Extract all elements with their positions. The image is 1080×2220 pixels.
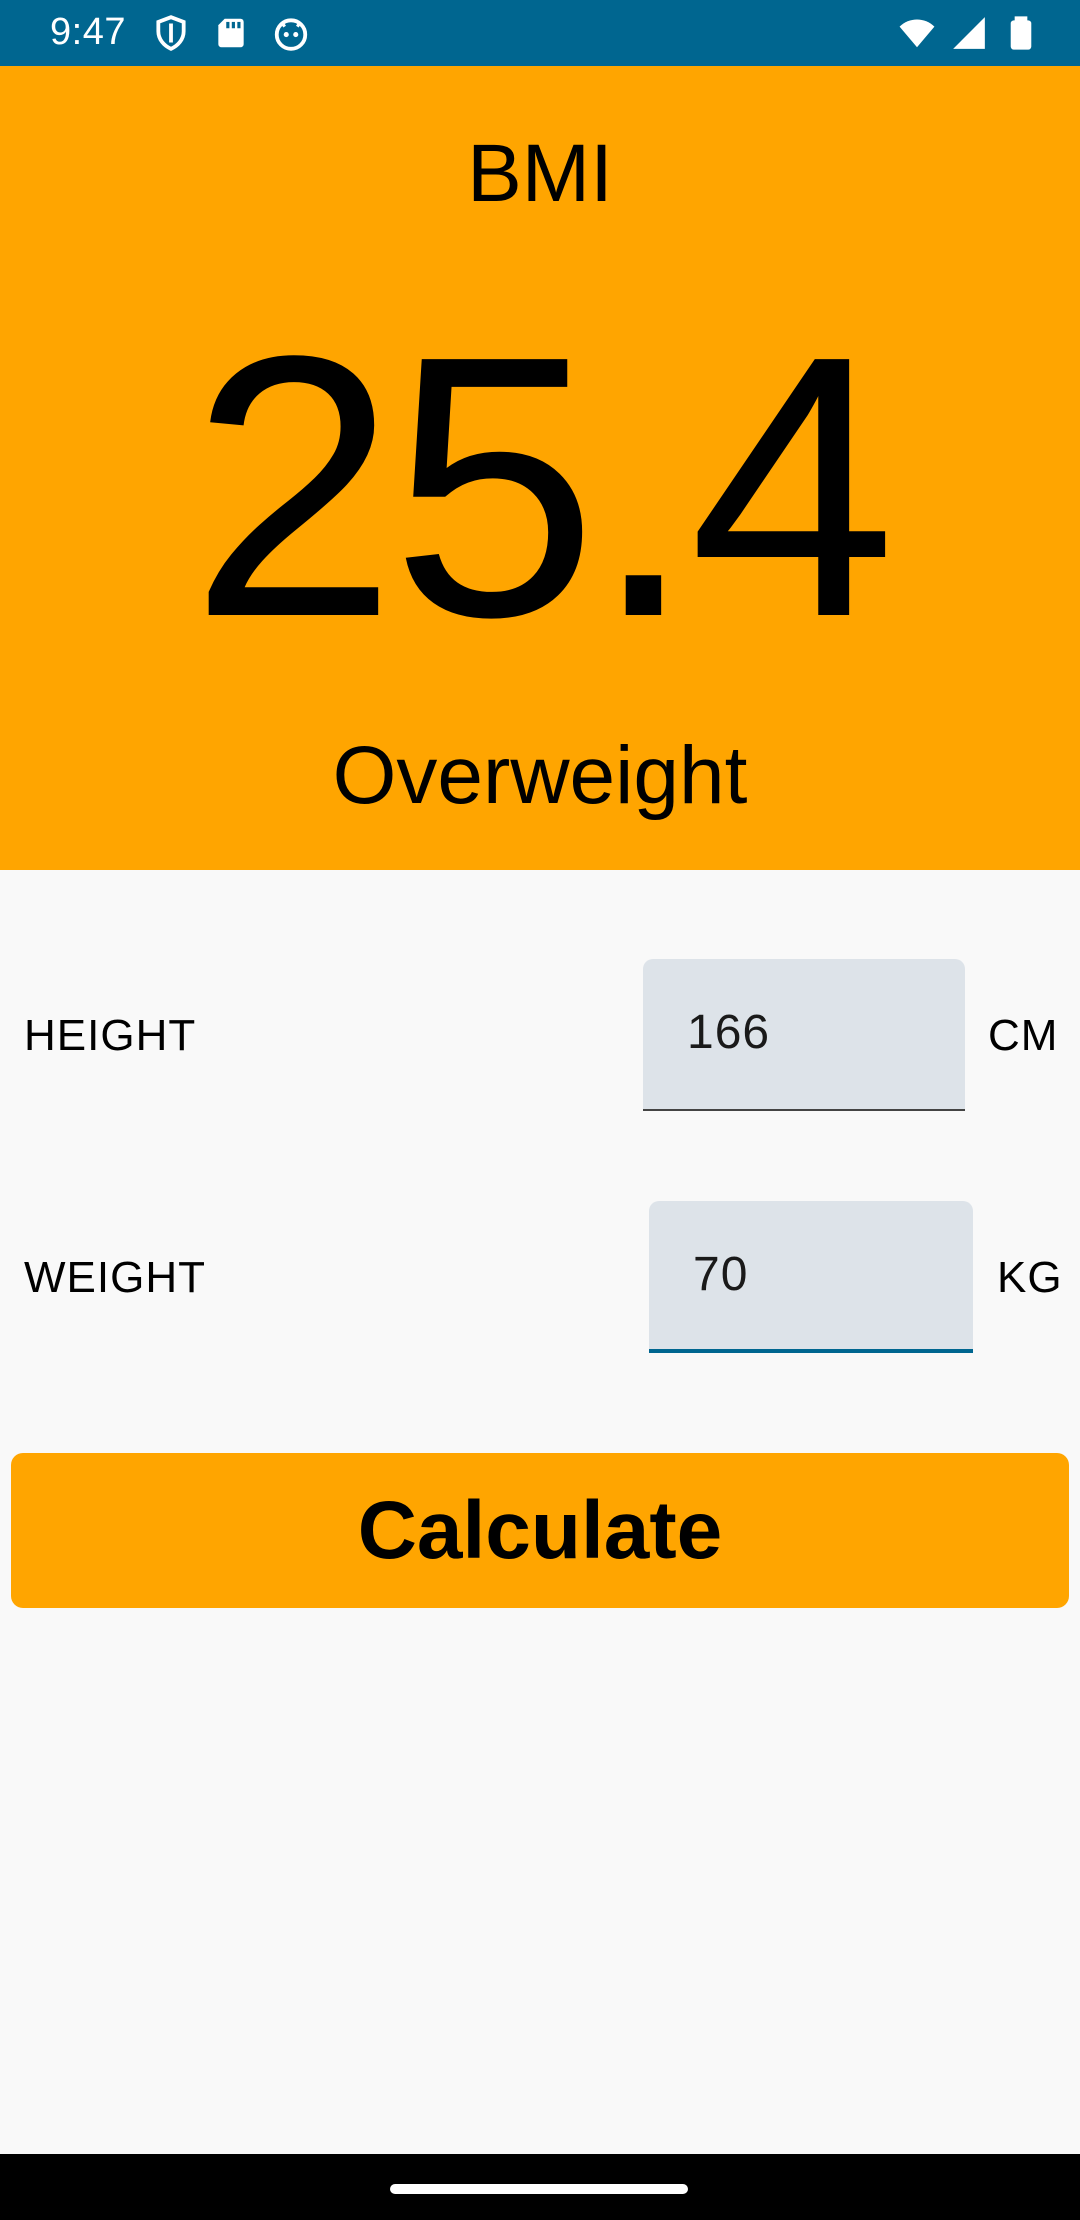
status-right-icons (898, 14, 1040, 52)
height-input[interactable]: 166 (643, 959, 965, 1111)
status-time: 9:47 (50, 11, 126, 53)
android-face-icon (272, 14, 310, 52)
status-bar: 9:47 (0, 0, 1080, 66)
calculate-button[interactable]: Calculate (11, 1453, 1069, 1608)
sd-card-icon (212, 14, 250, 52)
signal-icon (950, 14, 988, 52)
bmi-calculator-screen: 9:47 BMI 25.4 Overweight HEIGHT 166 CM W… (0, 0, 1080, 2220)
weight-row: WEIGHT 70 KG (0, 1201, 1080, 1355)
status-left-icons (152, 14, 310, 52)
wifi-icon (898, 14, 936, 52)
bmi-category: Overweight (332, 730, 748, 821)
height-row: HEIGHT 166 CM (0, 959, 1080, 1113)
home-gesture-handle[interactable] (390, 2184, 688, 2194)
battery-icon (1002, 14, 1040, 52)
bmi-result-panel: BMI 25.4 Overweight (0, 66, 1080, 870)
height-unit: CM (988, 1011, 1059, 1060)
height-label: HEIGHT (24, 1011, 197, 1060)
height-input-value: 166 (687, 1006, 771, 1059)
bmi-value: 25.4 (189, 278, 896, 694)
bmi-label: BMI (467, 128, 613, 219)
navigation-bar (0, 2154, 1080, 2220)
weight-label: WEIGHT (24, 1253, 206, 1302)
weight-unit: KG (997, 1253, 1063, 1302)
weight-input-value: 70 (693, 1248, 749, 1301)
weight-input[interactable]: 70 (649, 1201, 973, 1353)
shield-icon (152, 14, 190, 52)
